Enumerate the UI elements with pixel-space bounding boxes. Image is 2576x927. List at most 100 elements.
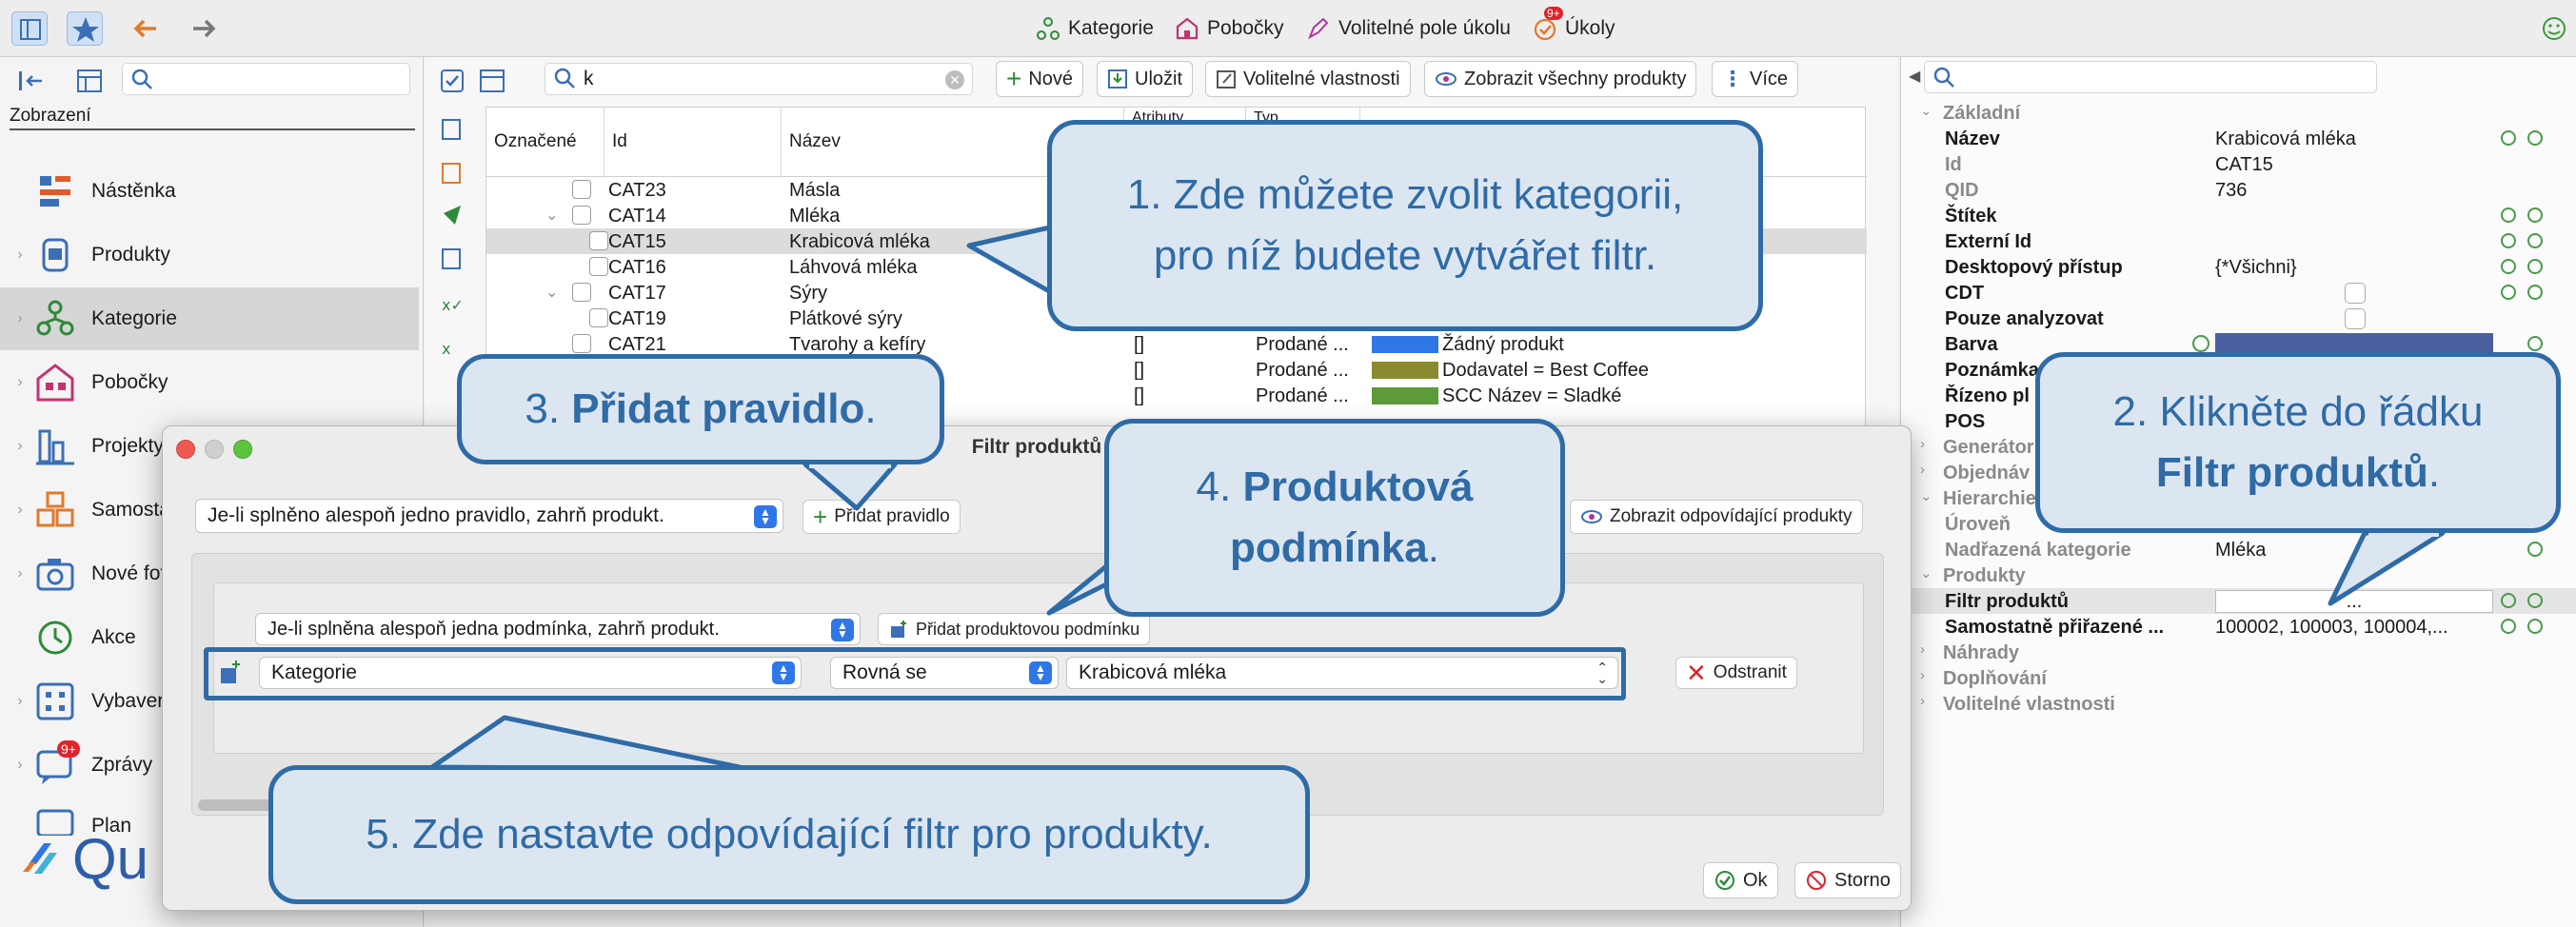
- sidebar-item-nastenka[interactable]: Nástěnka: [0, 160, 419, 223]
- remove-button[interactable]: ✕ Odstranit: [1675, 657, 1797, 689]
- expand-chevron-icon[interactable]: ⌄: [545, 206, 558, 225]
- cdt-checkbox[interactable]: [2345, 283, 2366, 304]
- inner-rule-select[interactable]: Je-li splněna alespoň jedna podmínka, za…: [255, 613, 861, 645]
- row-id: CAT16: [608, 257, 666, 278]
- row-type: Prodané ...: [1256, 360, 1349, 381]
- add-condition-icon: [891, 621, 906, 638]
- show-all-label: Zobrazit všechny produkty: [1464, 68, 1687, 89]
- new-button[interactable]: + Nové: [996, 61, 1084, 97]
- equipment-grid-icon: [36, 682, 74, 720]
- cancel-button[interactable]: Storno: [1794, 862, 1901, 898]
- minimize-window-icon[interactable]: [205, 440, 224, 459]
- group-produkty[interactable]: ⌄ Produkty: [1901, 562, 2576, 588]
- column-header[interactable]: Označené: [486, 108, 604, 176]
- logo-icon: [23, 842, 57, 874]
- svg-text:x✓: x✓: [442, 296, 464, 314]
- top-toolbar: Kategorie Pobočky Volitelné pole úkolu 9…: [0, 0, 2576, 57]
- prop-nadrazena[interactable]: Nadřazená kategorie Mléka: [1901, 537, 2576, 562]
- custom-props-button[interactable]: Volitelné vlastnosti: [1205, 61, 1411, 97]
- callout-1: 1. Zde můžete zvolit kategorii, pro níž …: [1047, 120, 1763, 331]
- show-all-products-button[interactable]: Zobrazit všechny produkty: [1424, 61, 1697, 97]
- sidebar-item-pobocky[interactable]: › Pobočky: [0, 351, 419, 414]
- select-icon[interactable]: [438, 67, 466, 95]
- zpravy-badge: 9+: [57, 740, 80, 758]
- color-picker-icon[interactable]: [2192, 335, 2209, 352]
- prop-samostatne[interactable]: Samostatně přiřazené ... 100002, 100003, …: [1901, 614, 2576, 640]
- prop-pouze[interactable]: Pouze analyzovat: [1901, 306, 2576, 331]
- sidebar-item-kategorie[interactable]: › Kategorie: [0, 287, 419, 350]
- save-button[interactable]: Uložit: [1097, 61, 1194, 97]
- group-nahrady[interactable]: › Náhrady: [1901, 640, 2576, 665]
- maximize-window-icon[interactable]: [233, 440, 252, 459]
- more-button[interactable]: ⋮ Více: [1712, 61, 1799, 97]
- callout-2-tail: [2328, 529, 2446, 606]
- cancel-circle-icon: [1807, 871, 1826, 890]
- table-row[interactable]: CAT21 Tvarohy a kefíry [] Prodané ... Žá…: [486, 331, 1867, 357]
- pobocky-button[interactable]: Pobočky: [1175, 11, 1284, 46]
- search-icon: [554, 68, 575, 89]
- more-label: Více: [1750, 68, 1789, 89]
- clock-icon: [38, 621, 72, 655]
- category-tree-icon: [1037, 17, 1060, 40]
- forward-arrow-icon[interactable]: [186, 11, 222, 46]
- callout-1-line1: 1. Zde můžete zvolit kategorii,: [1126, 171, 1684, 219]
- close-window-icon[interactable]: [176, 440, 195, 459]
- callout-2-line1: 2. Klikněte do řádku: [2112, 388, 2484, 436]
- standalone-icon: [36, 491, 74, 527]
- pouze-checkbox[interactable]: [2345, 308, 2366, 329]
- product-box-icon: [42, 238, 69, 272]
- store-icon: [36, 364, 74, 402]
- add-condition-label: Přidat produktovou podmínku: [916, 619, 1140, 639]
- section-label: Zobrazení: [10, 106, 415, 130]
- back-arrow-icon[interactable]: [128, 11, 164, 46]
- show-matching-button[interactable]: Zobrazit odpovídající produkty: [1570, 500, 1863, 534]
- row-name: Láhvová mléka: [789, 257, 918, 278]
- table-settings-icon[interactable]: [478, 67, 506, 95]
- search-icon: [131, 69, 152, 89]
- sidebar-item-label: Zprávy: [91, 754, 153, 776]
- sidebar-toggle-icon[interactable]: [11, 11, 48, 46]
- expand-chevron-icon[interactable]: ⌄: [545, 283, 558, 302]
- ukoly-button[interactable]: 9+ Úkoly: [1533, 7, 1615, 46]
- save-label: Uložit: [1135, 68, 1183, 89]
- ok-button[interactable]: Ok: [1703, 862, 1778, 898]
- prop-nazev[interactable]: Název Krabicová mléka: [1901, 126, 2576, 151]
- grid-search-input[interactable]: k ✕: [545, 63, 973, 95]
- chevron-updown-icon: ▲ ▼: [831, 619, 854, 641]
- prop-externi-id[interactable]: Externí Id: [1901, 228, 2576, 254]
- sidebar-item-label: Produkty: [91, 244, 170, 266]
- task-field-button[interactable]: Volitelné pole úkolu: [1306, 11, 1511, 46]
- color-swatch: [1372, 362, 1438, 379]
- collapse-icon[interactable]: [15, 67, 48, 95]
- property-search-input[interactable]: [1924, 61, 2377, 93]
- column-header[interactable]: Id: [604, 108, 782, 176]
- dashboard-icon: [40, 176, 70, 207]
- eye-icon: [1436, 72, 1456, 86]
- sidebar-item-produkty[interactable]: › Produkty: [0, 224, 419, 286]
- prop-desktop[interactable]: Desktopový přístup {*Všichni}: [1901, 254, 2576, 280]
- prop-stitek[interactable]: Štítek: [1901, 203, 2576, 228]
- group-zakladni[interactable]: ⌄ Základní: [1901, 100, 2576, 126]
- sidebar-search-input[interactable]: [122, 63, 410, 95]
- prop-cdt[interactable]: CDT: [1901, 280, 2576, 306]
- inner-rule-value: Je-li splněna alespoň jedna podmínka, za…: [268, 618, 720, 640]
- prop-filtr-produktu[interactable]: Filtr produktů...: [1901, 588, 2576, 614]
- clear-search-icon[interactable]: ✕: [945, 70, 964, 89]
- outer-rule-value: Je-li splněno alespoň jedno pravidlo, za…: [208, 504, 664, 526]
- group-volitelne[interactable]: › Volitelné vlastnosti: [1901, 691, 2576, 717]
- row-extra: Dodavatel = Best Coffee: [1442, 360, 1649, 381]
- outer-rule-select[interactable]: Je-li splněno alespoň jedno pravidlo, za…: [195, 499, 783, 533]
- group-doplnovani[interactable]: › Doplňování: [1901, 665, 2576, 691]
- row-extra: SCC Název = Sladké: [1442, 385, 1622, 406]
- kategorie-button[interactable]: Kategorie: [1036, 11, 1154, 46]
- chevron-updown-icon: ▲ ▼: [754, 505, 777, 528]
- collapse-arrow-icon[interactable]: ◀: [1909, 67, 1920, 86]
- save-icon: [1108, 69, 1127, 89]
- row-id: CAT19: [608, 308, 666, 329]
- smiley-icon[interactable]: [2536, 11, 2572, 46]
- callout-5-text: 5. Zde nastavte odpovídající filtr pro p…: [366, 811, 1213, 858]
- callout-2: 2. Klikněte do řádku Filtr produktů.: [2035, 352, 2561, 533]
- sidebar-item-label: Akce: [91, 626, 136, 648]
- favorites-star-icon[interactable]: [67, 11, 103, 46]
- table-settings-icon[interactable]: [74, 67, 107, 95]
